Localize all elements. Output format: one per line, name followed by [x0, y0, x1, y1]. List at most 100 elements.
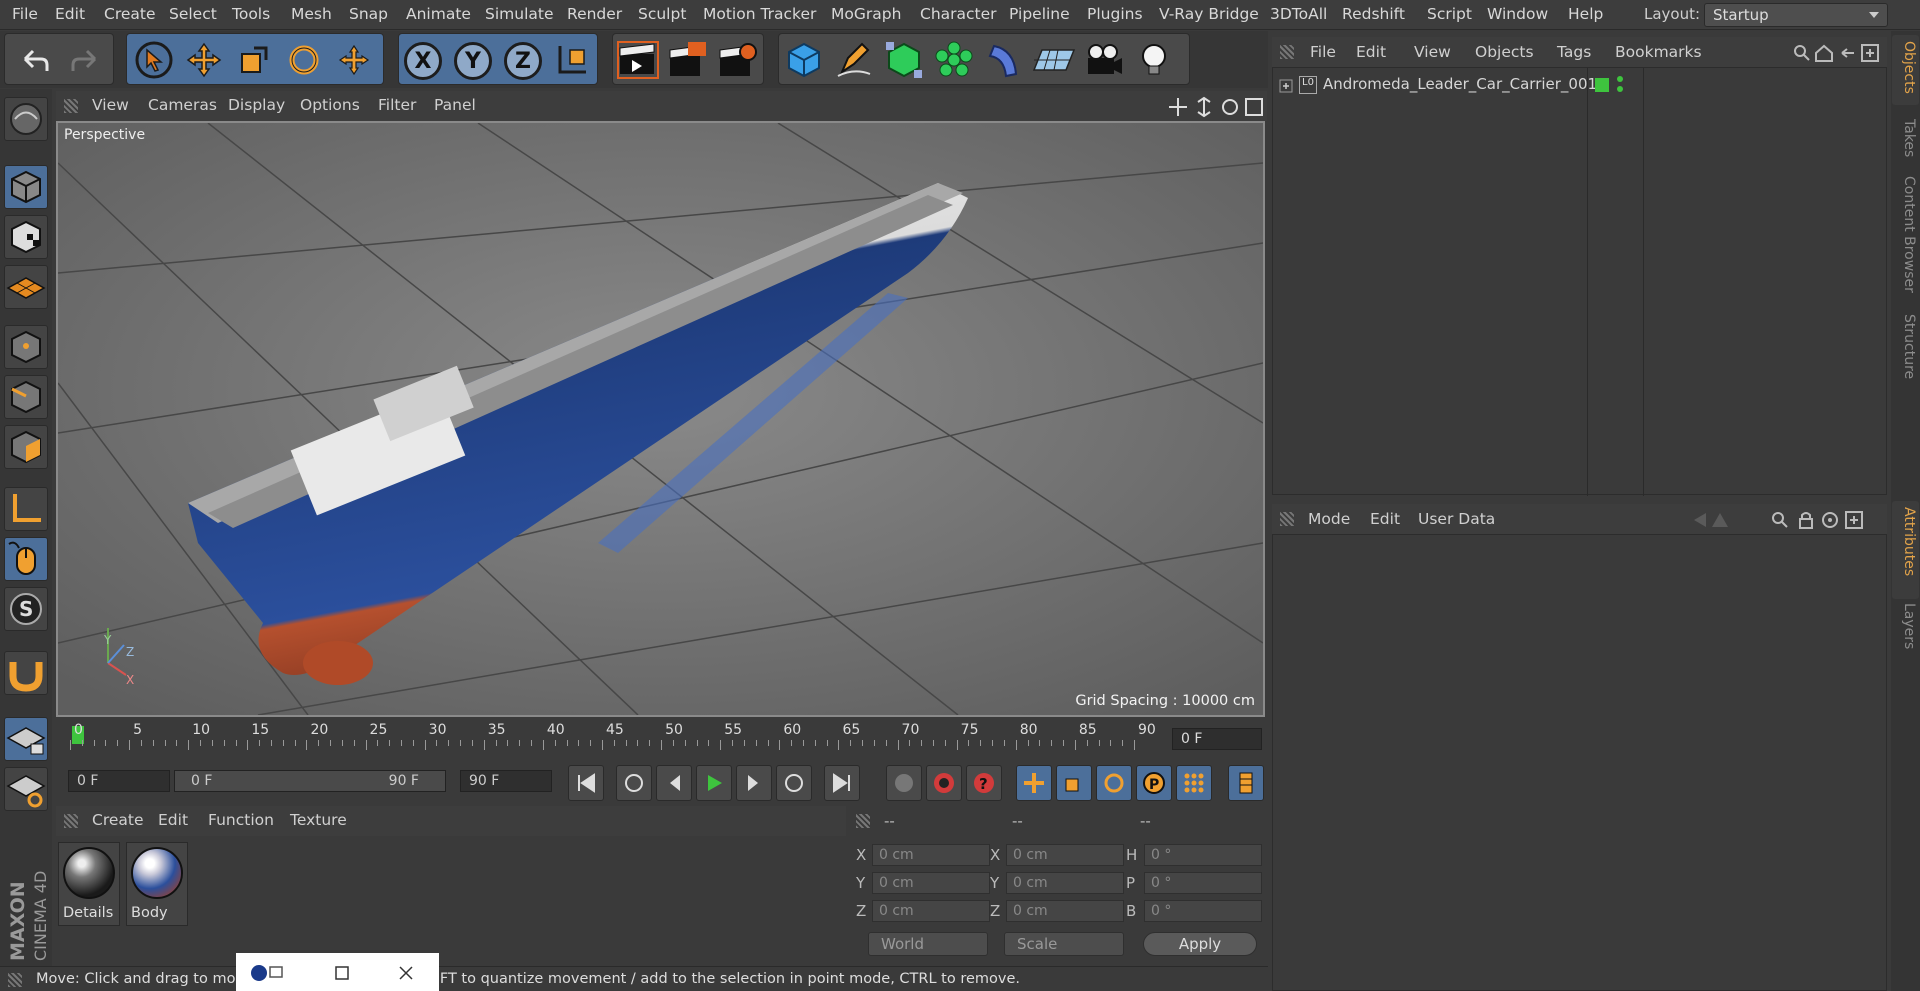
nav-back-icon[interactable]	[1694, 513, 1706, 527]
material-body[interactable]: Body	[126, 842, 188, 926]
panel-grip-icon[interactable]	[1280, 512, 1294, 526]
timeline[interactable]: 0 5 10 15 20 25 30 35 40 45 50 55 60 65 70 75 80 85 90 0 F	[56, 718, 1267, 758]
autokey-button[interactable]	[926, 765, 962, 801]
key-parameter-button[interactable]: P	[1136, 765, 1172, 801]
menu-motion-tracker[interactable]: Motion Tracker	[703, 5, 816, 23]
layer-color-swatch[interactable]	[1595, 78, 1609, 92]
previous-key-button[interactable]	[616, 765, 652, 801]
live-selection-button[interactable]	[131, 36, 177, 84]
objects-menu-edit[interactable]: Edit	[1356, 43, 1386, 61]
menu-plugins[interactable]: Plugins	[1087, 5, 1143, 23]
edges-mode-button[interactable]	[4, 375, 48, 419]
home-icon[interactable]	[1815, 44, 1833, 62]
layout-select[interactable]: Startup	[1704, 3, 1888, 27]
cube-object-button[interactable]	[781, 36, 827, 84]
snap-settings-button[interactable]: S	[4, 587, 48, 631]
viewport-menu-options[interactable]: Options	[300, 96, 360, 114]
tweak-mode-button[interactable]	[4, 537, 48, 581]
coordinate-space-dropdown[interactable]: World	[868, 932, 988, 956]
objects-menu-view[interactable]: View	[1414, 43, 1451, 61]
position-x-field[interactable]: 0 cm	[872, 844, 990, 866]
material-menu-create[interactable]: Create	[92, 811, 144, 829]
texture-mode-button[interactable]	[4, 215, 48, 259]
key-rotation-button[interactable]	[1096, 765, 1132, 801]
maximize-view-icon[interactable]	[1245, 98, 1263, 116]
render-view-button[interactable]	[615, 36, 661, 84]
make-editable-button[interactable]	[4, 97, 48, 141]
nav-up-icon[interactable]	[1712, 513, 1728, 527]
render-to-picture-viewer-button[interactable]	[665, 36, 711, 84]
target-icon[interactable]	[1822, 512, 1838, 528]
size-z-field[interactable]: 0 cm	[1006, 900, 1124, 922]
rotation-b-field[interactable]: 0 °	[1144, 900, 1262, 922]
editor-visibility-dot[interactable]	[1617, 76, 1623, 82]
menu-mesh[interactable]: Mesh	[291, 5, 332, 23]
tab-structure[interactable]: Structure	[1895, 314, 1917, 379]
menu-select[interactable]: Select	[169, 5, 217, 23]
panel-grip-icon[interactable]	[856, 814, 870, 828]
floor-button[interactable]	[1031, 36, 1077, 84]
menu-pipeline[interactable]: Pipeline	[1009, 5, 1070, 23]
next-key-button[interactable]	[776, 765, 812, 801]
tab-takes[interactable]: Takes	[1895, 119, 1917, 157]
planar-workplane-button[interactable]	[4, 767, 48, 811]
menu-tools[interactable]: Tools	[232, 5, 270, 23]
menu-render[interactable]: Render	[567, 5, 622, 23]
menu-vray-bridge[interactable]: V-Ray Bridge	[1159, 5, 1259, 23]
viewport-menu-panel[interactable]: Panel	[434, 96, 476, 114]
perspective-viewport[interactable]: Y Z X Perspective Grid Spacing : 10000 c…	[56, 121, 1265, 717]
new-window-icon[interactable]	[1845, 511, 1863, 529]
x-axis-lock-button[interactable]: X	[404, 42, 442, 80]
min-time-field[interactable]: 0 F	[68, 770, 170, 792]
menu-window[interactable]: Window	[1487, 5, 1548, 23]
camera-button[interactable]	[1081, 36, 1127, 84]
menu-character[interactable]: Character	[920, 5, 997, 23]
magnet-button[interactable]	[4, 651, 48, 695]
move-tool-button[interactable]	[181, 36, 227, 84]
menu-script[interactable]: Script	[1427, 5, 1472, 23]
recent-tool-button[interactable]	[331, 36, 377, 84]
position-y-field[interactable]: 0 cm	[872, 872, 990, 894]
redo-button[interactable]	[63, 36, 109, 84]
scale-tool-button[interactable]	[231, 36, 277, 84]
new-window-icon[interactable]	[1861, 44, 1879, 62]
key-pla-button[interactable]	[1176, 765, 1212, 801]
attributes-menu-user-data[interactable]: User Data	[1418, 510, 1495, 528]
go-to-start-button[interactable]	[568, 765, 604, 801]
search-icon[interactable]	[1772, 512, 1788, 528]
zoom-view-icon[interactable]	[1197, 96, 1211, 118]
tab-attributes[interactable]: Attributes	[1895, 507, 1917, 576]
play-button[interactable]	[696, 765, 732, 801]
rotation-h-field[interactable]: 0 °	[1144, 844, 1262, 866]
menu-mograph[interactable]: MoGraph	[831, 5, 901, 23]
locked-workplane-button[interactable]	[4, 717, 48, 761]
menu-help[interactable]: Help	[1568, 5, 1603, 23]
rotate-tool-button[interactable]	[281, 36, 327, 84]
size-mode-dropdown[interactable]: Scale	[1004, 932, 1124, 956]
material-menu-edit[interactable]: Edit	[158, 811, 188, 829]
keyframe-selection-button[interactable]: ?	[966, 765, 1002, 801]
panel-grip-icon[interactable]	[1280, 45, 1294, 59]
current-frame-field[interactable]: 0 F	[1172, 728, 1262, 750]
object-name[interactable]: Andromeda_Leader_Car_Carrier_001	[1323, 75, 1597, 93]
menu-file[interactable]: File	[12, 5, 38, 23]
menu-redshift[interactable]: Redshift	[1342, 5, 1405, 23]
menu-snap[interactable]: Snap	[349, 5, 388, 23]
cloner-button[interactable]	[931, 36, 977, 84]
light-button[interactable]	[1131, 36, 1177, 84]
maximize-icon[interactable]	[334, 965, 350, 981]
coordinate-system-button[interactable]	[549, 36, 595, 84]
apply-button[interactable]: Apply	[1143, 932, 1257, 956]
back-arrow-icon[interactable]	[1841, 48, 1854, 58]
render-settings-button[interactable]	[715, 36, 761, 84]
previous-frame-button[interactable]	[656, 765, 692, 801]
max-time-field[interactable]: 90 F	[460, 770, 552, 792]
key-position-button[interactable]	[1016, 765, 1052, 801]
go-to-end-button[interactable]	[824, 765, 860, 801]
size-y-field[interactable]: 0 cm	[1006, 872, 1124, 894]
render-visibility-dot[interactable]	[1617, 86, 1623, 92]
objects-menu-file[interactable]: File	[1310, 43, 1336, 61]
objects-menu-tags[interactable]: Tags	[1557, 43, 1591, 61]
viewport-menu-view[interactable]: View	[92, 96, 129, 114]
axis-mode-button[interactable]	[4, 487, 48, 531]
